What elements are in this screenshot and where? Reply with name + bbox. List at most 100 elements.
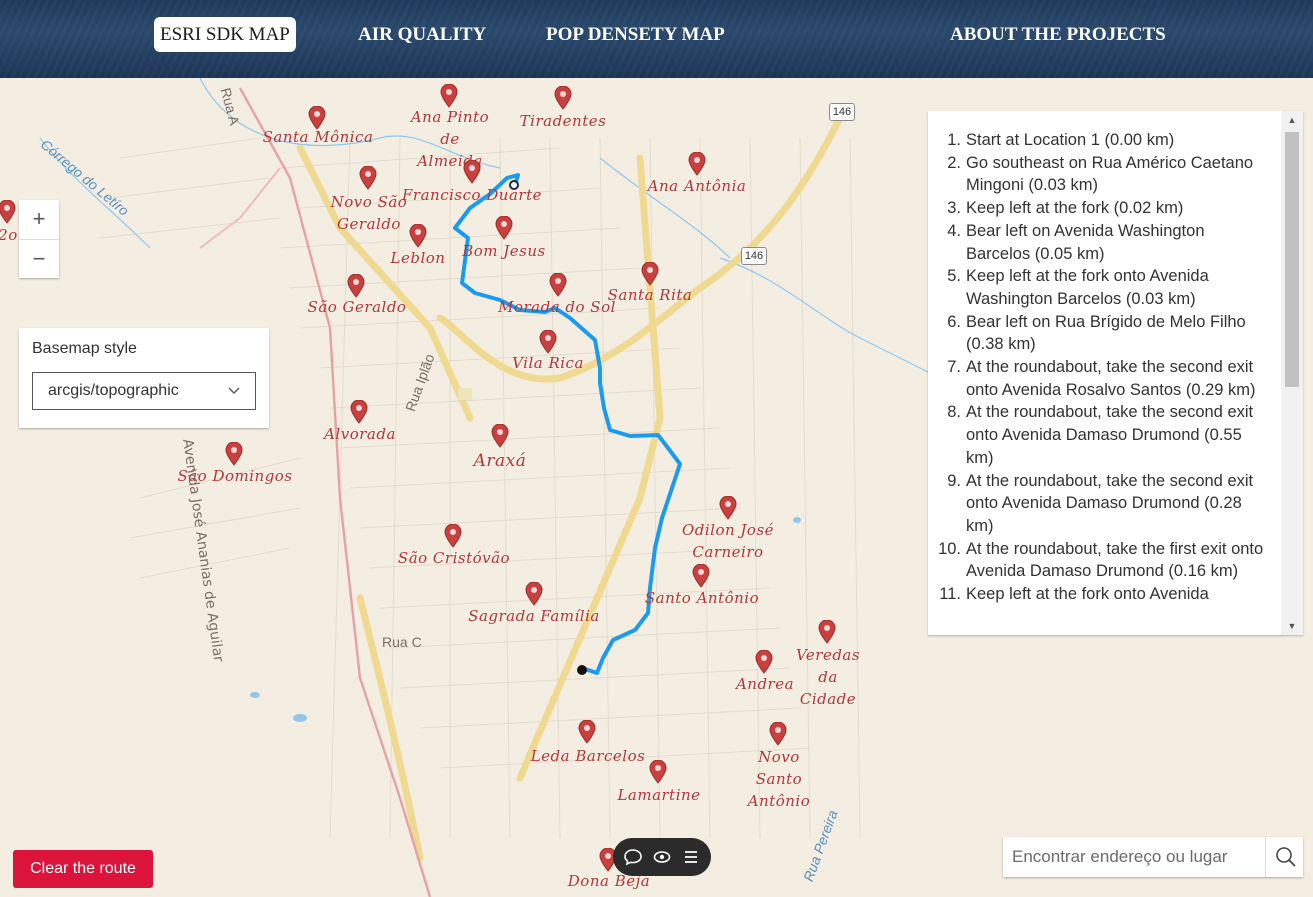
neighborhood-label: Santa Rita	[607, 286, 693, 304]
direction-step-number: 6.	[947, 312, 961, 331]
direction-step-number: 4.	[947, 221, 961, 240]
neighborhood-label: Leblon	[390, 249, 446, 267]
street-label: Rua C	[382, 634, 422, 650]
scroll-up-icon[interactable]: ▲	[1281, 115, 1303, 125]
zoom-out-button[interactable]: −	[19, 239, 59, 278]
neighborhood-label: Andrea	[735, 675, 795, 693]
map-pin-icon[interactable]	[347, 274, 365, 298]
direction-step-text: Keep left at the fork onto Avenida	[966, 585, 1209, 604]
map-pin-icon[interactable]	[440, 84, 458, 108]
direction-step-number: 2.	[947, 153, 961, 172]
map-pin-icon[interactable]	[719, 496, 737, 520]
nav-pop-density-map[interactable]: POP DENSETY MAP	[546, 17, 725, 52]
map-pin-icon[interactable]	[578, 720, 596, 744]
directions-panel[interactable]: 1. Start at Location 1 (0.00 km) 2. Go sout…	[928, 111, 1303, 635]
directions-list: 1. Start at Location 1 (0.00 km) 2. Go sout…	[928, 129, 1280, 606]
direction-step: 8. At the roundabout, take the second exi…	[928, 401, 1280, 469]
map-pin-icon[interactable]	[641, 262, 659, 286]
basemap-select[interactable]: arcgis/topographic	[32, 372, 256, 410]
chevron-down-icon	[228, 373, 240, 422]
eye-icon[interactable]	[652, 847, 672, 867]
neighborhood-label: Veredas da Cidade	[795, 646, 861, 708]
map-pin-icon[interactable]	[818, 620, 836, 644]
nav-air-quality[interactable]: AIR QUALITY	[358, 17, 486, 52]
direction-step-text: Keep left at the fork onto Avenida Washi…	[966, 267, 1209, 308]
neighborhood-label: Novo São Geraldo	[330, 193, 408, 233]
basemap-selected-value: arcgis/topographic	[48, 382, 179, 399]
map-pin-icon[interactable]	[350, 400, 368, 424]
neighborhood-label: Odilon José Carneiro	[681, 521, 775, 561]
neighborhood-label: Santo Antônio	[644, 589, 760, 607]
neighborhood-label: Alvorada	[324, 425, 396, 443]
map-pin-icon[interactable]	[444, 524, 462, 548]
zoom-in-button[interactable]: +	[19, 200, 59, 239]
direction-step-text: Keep left at the fork (0.02 km)	[966, 199, 1184, 218]
neighborhood-label: Araxá	[473, 451, 527, 471]
neighborhood-label: Vila Rica	[512, 354, 584, 372]
neighborhood-label-partial: 2o	[0, 226, 18, 244]
direction-step-number: 11.	[939, 585, 961, 604]
direction-step-text: Bear left on Avenida Washington Barcelos…	[966, 221, 1205, 263]
direction-step-text: At the roundabout, take the second exit …	[966, 403, 1254, 467]
direction-step: 2. Go southeast on Rua Américo Caetano Mi…	[928, 152, 1280, 197]
nav-esri-sdk-map[interactable]: ESRI SDK MAP	[154, 17, 296, 52]
neighborhood-label: Leda Barcelos	[530, 747, 646, 765]
map-pin-icon[interactable]	[692, 564, 710, 588]
direction-step-text: At the roundabout, take the first exit o…	[966, 539, 1264, 581]
direction-step: 4. Bear left on Avenida Washington Barcel…	[928, 220, 1280, 265]
map-pin-icon[interactable]	[554, 86, 572, 110]
direction-step-number: 9.	[947, 471, 961, 490]
map-view[interactable]: Santa Mônica Ana Pinto de Almeida Tirade…	[0, 78, 1313, 897]
map-pin-icon[interactable]	[495, 216, 513, 240]
zoom-control: + −	[19, 200, 59, 278]
direction-step-number: 3.	[947, 199, 961, 218]
nav-about-projects[interactable]: ABOUT THE PROJECTS	[950, 17, 1166, 52]
direction-step: 11. Keep left at the fork onto Avenida	[928, 583, 1280, 606]
direction-step: 1. Start at Location 1 (0.00 km)	[928, 129, 1280, 152]
map-pin-icon[interactable]	[525, 582, 543, 606]
neighborhood-label: Ana Pinto de Almeida	[410, 108, 490, 170]
neighborhood-label: Tiradentes	[519, 112, 607, 130]
chat-icon[interactable]	[623, 847, 643, 867]
map-pin-icon[interactable]	[539, 330, 557, 354]
direction-step-number: 1.	[947, 131, 961, 149]
direction-step: 6. Bear left on Rua Brígido de Melo Filho…	[928, 311, 1280, 356]
direction-step-text: Start at Location 1 (0.00 km)	[966, 131, 1175, 149]
map-pin-icon[interactable]	[755, 650, 773, 674]
direction-step-number: 5.	[947, 267, 961, 286]
map-pin-icon[interactable]	[225, 442, 243, 466]
search-icon	[1276, 847, 1296, 867]
map-pin-icon[interactable]	[769, 722, 787, 746]
search-input[interactable]	[1003, 837, 1265, 877]
directions-scrollbar[interactable]: ▲ ▼	[1281, 111, 1303, 635]
map-pin-icon[interactable]	[359, 166, 377, 190]
neighborhood-label: Morada do Sol	[498, 298, 616, 316]
map-pin-icon[interactable]	[463, 160, 481, 184]
map-pin-icon[interactable]	[0, 200, 16, 224]
search-button[interactable]	[1265, 837, 1303, 877]
neighborhood-label: Bom Jesus	[462, 242, 546, 260]
menu-icon[interactable]	[681, 847, 701, 867]
direction-step: 9. At the roundabout, take the second exi…	[928, 470, 1280, 538]
map-tools-pill	[613, 838, 711, 876]
direction-step: 3. Keep left at the fork (0.02 km)	[928, 197, 1280, 220]
clear-route-button[interactable]: Clear the route	[13, 850, 153, 888]
scrollbar-thumb[interactable]	[1285, 132, 1299, 387]
neighborhood-label: Ana Antônia	[647, 177, 747, 195]
direction-step-number: 10.	[938, 539, 961, 558]
scroll-down-icon[interactable]: ▼	[1281, 621, 1303, 631]
basemap-label: Basemap style	[32, 340, 137, 357]
neighborhood-label: Novo Santo Antônio	[747, 748, 811, 810]
neighborhood-label: Santa Mônica	[262, 128, 374, 146]
top-navigation: ESRI SDK MAP AIR QUALITY POP DENSETY MAP…	[0, 0, 1313, 78]
map-pin-icon[interactable]	[491, 424, 509, 448]
map-pin-icon[interactable]	[688, 152, 706, 176]
map-pin-icon[interactable]	[649, 760, 667, 784]
neighborhood-label: São Geraldo	[307, 298, 407, 316]
direction-step: 5. Keep left at the fork onto Avenida Was…	[928, 265, 1280, 310]
map-pin-icon[interactable]	[549, 273, 567, 297]
basemap-panel: Basemap style arcgis/topographic	[19, 328, 269, 428]
direction-step-number: 7.	[947, 358, 961, 377]
direction-step-text: Go southeast on Rua Américo Caetano Ming…	[966, 153, 1254, 195]
map-pin-icon[interactable]	[409, 224, 427, 248]
